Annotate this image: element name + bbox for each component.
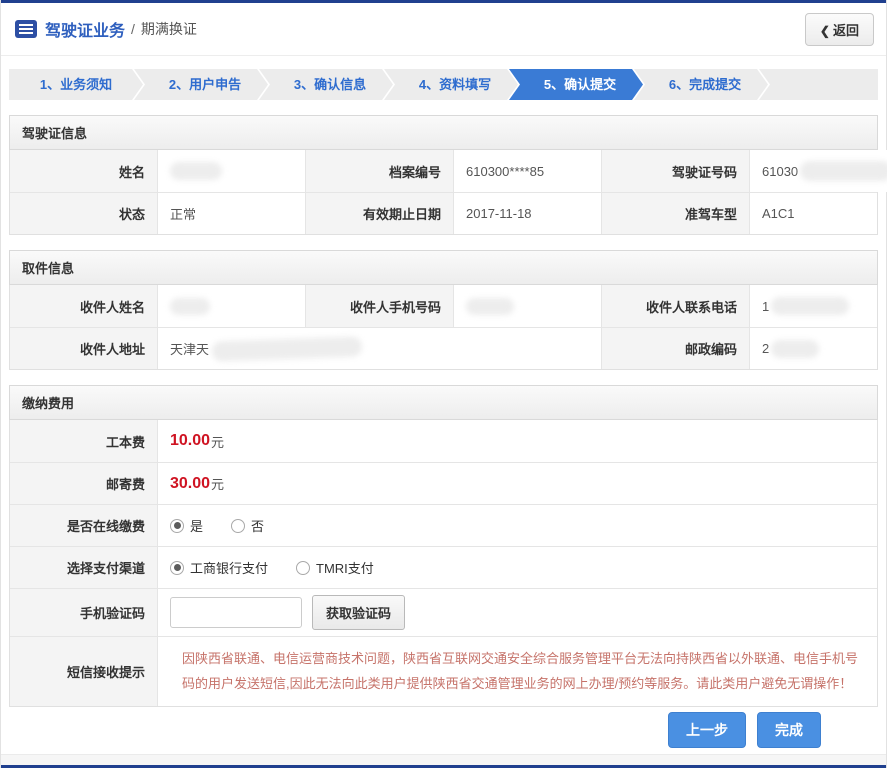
production-fee-label: 工本费 [10, 420, 158, 462]
table-row: 收件人姓名 收件人手机号码 收件人联系电话 1 [10, 285, 877, 327]
postal-code-value: 2 [750, 328, 877, 369]
recipient-mobile-label: 收件人手机号码 [306, 285, 454, 327]
step-1-notice[interactable]: 1、业务须知 [9, 69, 143, 100]
previous-step-button[interactable]: 上一步 [668, 712, 746, 749]
mail-fee-row: 邮寄费 30.00 元 [10, 462, 877, 504]
sms-code-field: 获取验证码 [158, 589, 877, 636]
redaction-blur [170, 162, 222, 180]
breadcrumb-separator: / [131, 21, 135, 37]
expiry-date-label: 有效期止日期 [306, 193, 454, 234]
step-bar-filler [759, 69, 878, 100]
header: 驾驶证业务 / 期满换证 ❮ 返回 [1, 3, 886, 56]
step-2-declaration[interactable]: 2、用户申告 [134, 69, 268, 100]
recipient-name-value [158, 285, 306, 327]
file-number-label: 档案编号 [306, 150, 454, 192]
radio-no-label[interactable]: 否 [251, 516, 264, 535]
license-number-label: 驾驶证号码 [602, 150, 750, 192]
vehicle-class-label: 准驾车型 [602, 193, 750, 234]
section-title: 驾驶证信息 [9, 115, 878, 150]
sms-notice-row: 短信接收提示 因陕西省联通、电信运营商技术问题，陕西省互联网交通安全综合服务管理… [10, 636, 877, 706]
section-title: 缴纳费用 [9, 385, 878, 420]
breadcrumb-current: 期满换证 [140, 21, 197, 37]
sms-code-input[interactable] [170, 597, 302, 628]
online-pay-label: 是否在线缴费 [10, 505, 158, 546]
radio-tmri-label[interactable]: TMRI支付 [316, 558, 374, 577]
fee-unit: 元 [211, 434, 225, 450]
step-wizard: 1、业务须知 2、用户申告 3、确认信息 4、资料填写 5、确认提交 6、完成提… [9, 69, 878, 100]
step-4-fill-data[interactable]: 4、资料填写 [384, 69, 518, 100]
recipient-mobile-value [454, 285, 602, 327]
page: 驾驶证业务 / 期满换证 ❮ 返回 1、业务须知 2、用户申告 3、确认信息 4、… [0, 0, 887, 768]
license-number-value: 61030 [750, 150, 887, 192]
recipient-address-label: 收件人地址 [10, 328, 158, 369]
vehicle-class-value: A1C1 [750, 193, 877, 234]
step-3-confirm-info[interactable]: 3、确认信息 [259, 69, 393, 100]
table-row: 收件人地址 天津天 邮政编码 2 [10, 327, 877, 369]
recipient-phone-value: 1 [750, 285, 877, 327]
redaction-blur [211, 335, 363, 362]
pay-channel-options: 工商银行支付 TMRI支付 [158, 547, 877, 588]
status-label: 状态 [10, 193, 158, 234]
redaction-blur [170, 297, 210, 315]
postal-code-label: 邮政编码 [602, 328, 750, 369]
radio-icbc-icon[interactable] [170, 560, 184, 575]
redaction-blur [800, 161, 887, 181]
redaction-blur [771, 339, 820, 358]
section-title: 取件信息 [9, 250, 878, 285]
table-row: 姓名 档案编号 610300****85 驾驶证号码 61030 [10, 150, 887, 192]
radio-icbc-label[interactable]: 工商银行支付 [190, 558, 268, 577]
status-value: 正常 [158, 193, 306, 234]
online-pay-row: 是否在线缴费 是 否 [10, 504, 877, 546]
footer-strip [1, 754, 886, 765]
step-5-confirm-submit[interactable]: 5、确认提交 [509, 69, 643, 100]
back-button[interactable]: ❮ 返回 [804, 12, 874, 46]
pay-channel-row: 选择支付渠道 工商银行支付 TMRI支付 [10, 546, 877, 588]
sms-code-row: 手机验证码 获取验证码 [10, 588, 877, 636]
fee-unit: 元 [211, 477, 225, 492]
file-number-value: 610300****85 [454, 150, 602, 192]
radio-yes-label[interactable]: 是 [190, 516, 203, 535]
chevron-left-icon: ❮ [819, 23, 830, 38]
production-fee-row: 工本费 10.00 元 [10, 420, 877, 462]
name-value [158, 150, 306, 192]
recipient-phone-label: 收件人联系电话 [602, 285, 750, 327]
mail-fee-label: 邮寄费 [10, 463, 158, 504]
sms-notice-text: 因陕西省联通、电信运营商技术问题，陕西省互联网交通安全综合服务管理平台无法向持陕… [182, 651, 859, 692]
name-label: 姓名 [10, 150, 158, 192]
radio-tmri-icon[interactable] [296, 560, 311, 575]
table-row: 状态 正常 有效期止日期 2017-11-18 准驾车型 A1C1 [10, 192, 877, 234]
mail-fee-value: 30.00 元 [158, 463, 877, 504]
fee-amount: 30.00 [170, 474, 211, 492]
redaction-blur [466, 297, 514, 315]
page-title: 驾驶证业务 [45, 23, 126, 40]
pay-channel-label: 选择支付渠道 [10, 547, 158, 588]
radio-yes-icon[interactable] [170, 518, 184, 533]
online-pay-options: 是 否 [158, 505, 877, 546]
sms-code-label: 手机验证码 [10, 589, 158, 636]
pickup-info-section: 取件信息 收件人姓名 收件人手机号码 收件人联系电话 1 收件人地址 天津天 邮… [9, 250, 878, 370]
form-list-icon [15, 20, 37, 38]
recipient-name-label: 收件人姓名 [10, 285, 158, 327]
recipient-address-value: 天津天 [158, 328, 602, 369]
sms-notice-label: 短信接收提示 [10, 637, 158, 706]
fee-amount: 10.00 [170, 432, 211, 449]
footer-actions: 上一步 完成 [1, 707, 886, 754]
expiry-date-value: 2017-11-18 [454, 193, 602, 234]
get-code-button[interactable]: 获取验证码 [312, 595, 406, 630]
radio-no-icon[interactable] [231, 518, 246, 533]
fees-section: 缴纳费用 工本费 10.00元 邮寄费 30.00元 是否在线缴费 是 否 [9, 385, 878, 707]
back-button-label: 返回 [832, 22, 859, 38]
step-6-complete[interactable]: 6、完成提交 [634, 69, 768, 100]
production-fee-value: 10.00 元 [158, 420, 877, 462]
license-info-section: 驾驶证信息 姓名 档案编号 610300****85 驾驶证号码 61030 状… [9, 115, 887, 235]
finish-button[interactable]: 完成 [757, 712, 821, 749]
redaction-blur [771, 297, 850, 315]
